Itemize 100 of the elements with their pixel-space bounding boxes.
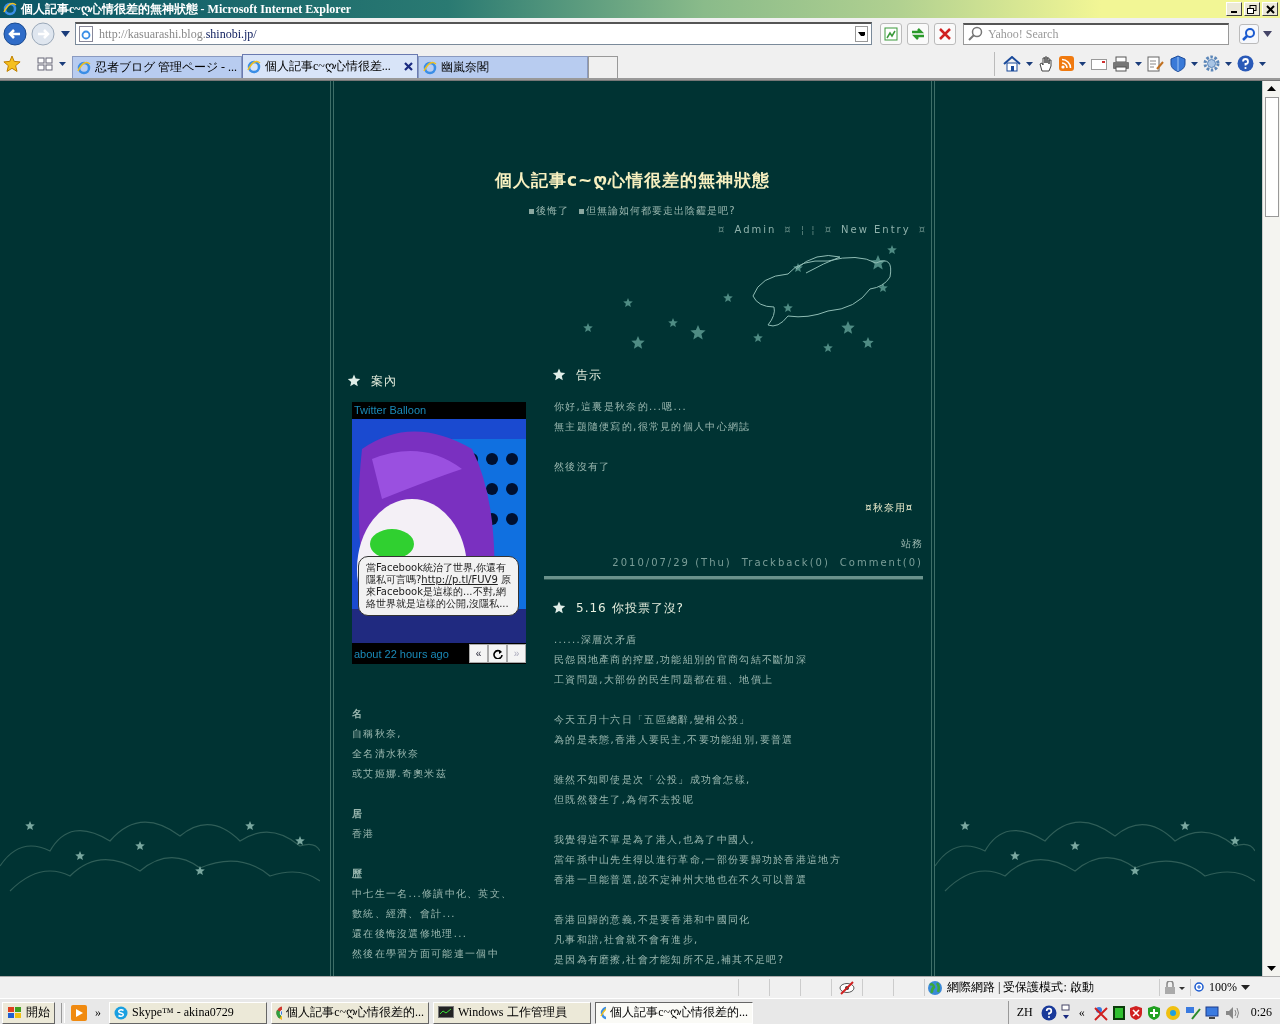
taskbar-button[interactable]: 個人記事c~ღ心情很差的... [595,1001,753,1024]
restore-icon [1247,4,1257,14]
post-text: 為的是表態,香港人要民主,不要功能組別,要普選 [554,733,795,747]
home-icon[interactable] [1003,55,1021,72]
address-field[interactable]: http://kasuarashi.blog.shinobi.jp/ [75,22,872,45]
back-button[interactable] [2,20,28,47]
dropdown-arrow-icon[interactable] [1026,61,1033,66]
browser-icon [423,60,437,75]
tray-expand[interactable]: « [1078,1005,1085,1020]
network-icon[interactable] [1184,1004,1201,1021]
feed-icon[interactable] [1059,56,1074,71]
dropdown-arrow-icon[interactable] [61,30,70,37]
post-text: 你好,這裏是秋奈的...嗯... [554,400,689,414]
taskbar-button[interactable]: Windows 工作管理員 [433,1001,591,1024]
profile-text: 還在後悔沒選修地理... [352,927,469,941]
page-icon[interactable] [1147,55,1165,72]
sparkle-icon [552,368,566,382]
start-button[interactable]: 開始 [2,1001,55,1024]
profile-label: 名 [352,707,363,721]
gear-icon[interactable] [1203,55,1220,72]
post-text: 當年孫中山先生得以進行革命,一部份要歸功於香港這地方 [554,853,842,867]
stop-button[interactable] [934,22,956,45]
profile-text: 中七生一名...修讀中化、英文、 [352,887,514,901]
profile-text: 然後在學習方面可能連一個中 [352,947,500,961]
browser-icon [3,2,17,16]
category-link[interactable]: 站務 [554,537,923,551]
bullet-icon [579,208,585,214]
network-icon[interactable] [1092,1004,1109,1021]
compatibility-button[interactable] [880,22,902,45]
tweet-time: about 22 hours ago [353,647,450,660]
minimize-button[interactable] [1226,2,1242,16]
print-icon[interactable] [1112,55,1130,72]
dropdown-arrow-icon[interactable] [1135,61,1142,66]
quick-tabs-icon[interactable] [37,56,53,71]
meter-icon[interactable] [1112,1005,1125,1020]
nav-separator: ¤ [918,224,927,235]
monitor-icon[interactable] [1204,1004,1221,1021]
shield-icon[interactable] [1170,55,1186,72]
language-indicator[interactable]: ZH [1016,1005,1033,1020]
reload-icon [492,648,503,659]
post-text: 我覺得這不單是為了港人,也為了中國人, [554,833,757,847]
taskbar-button[interactable]: Skype™ - akina0729 [109,1001,267,1024]
dropdown-arrow-icon[interactable] [1079,61,1086,66]
browser-icon [77,60,91,75]
help-icon[interactable] [1237,55,1254,72]
post-text: 無主題隨便寫的,很常見的個人中心網誌 [554,420,752,434]
scroll-thumb[interactable] [1264,97,1279,217]
browser-tab[interactable]: 個人記事c~ღ心情很差... [242,54,418,78]
close-icon [1265,4,1275,14]
post-text: 工資問題,大部份的民生問題都在租、地價上 [554,673,775,687]
post-text: 香港一旦能普選,說不定神州大地也在不久可以普選 [554,873,809,887]
post-text: 雖然不知即使是次「公投」成功會怎樣, [554,773,752,787]
subtitle-text: 後悔了 [536,204,570,218]
more-chevron[interactable]: » [95,1005,101,1020]
close-button[interactable] [1262,2,1278,16]
dropdown-arrow-icon[interactable] [1225,61,1232,66]
section-heading: 案內 [371,372,397,390]
help-icon[interactable] [1040,1004,1057,1021]
dropdown-arrow-icon[interactable] [1259,61,1266,66]
tweet-link[interactable]: http://p.tl/FUV9 [421,574,498,585]
nav-link[interactable]: Admin [734,224,777,235]
taskbar-button[interactable]: 個人記事c~ღ心情很差的... [271,1001,429,1024]
dropdown-arrow-icon [1241,985,1250,990]
reload-button[interactable] [488,644,507,663]
post-text: 民怨因地產商的搾壓,功能組別的官商勾結不斷加深 [554,653,809,667]
close-icon[interactable] [404,62,413,71]
browser-tab[interactable]: 幽嵐奈閣 [418,56,588,78]
chat-logo-icon [114,1005,128,1020]
previous-button[interactable]: « [469,644,488,663]
shield-icon[interactable] [1128,1004,1143,1021]
post-text: 今天五月十六日「五區總辭,變相公投」 [554,713,752,727]
post-text: 但既然發生了,為何不去投呢 [554,793,696,807]
search-icon [1242,26,1256,41]
monitor-icon [438,1005,454,1020]
nav-link[interactable]: New Entry [841,224,911,235]
dropdown-arrow-icon[interactable] [1263,30,1272,37]
shield-icon[interactable] [1146,1004,1161,1021]
trackback-link[interactable]: Trackback(0) [741,557,830,568]
privacy-icon[interactable] [839,980,855,995]
comment-link[interactable]: Comment(0) [839,557,923,568]
globe-icon [927,979,943,996]
sparkle-icon [552,601,566,615]
zoom-control[interactable]: 100% [1190,979,1280,996]
refresh-button[interactable] [907,22,929,45]
hand-icon[interactable] [1038,55,1054,72]
browser-tab[interactable]: 忍者ブログ 管理ページ - ... [72,56,242,78]
scrollbar[interactable] [1262,81,1280,976]
lock-icon[interactable] [1163,980,1187,995]
search-field[interactable]: Yahoo! Search [963,22,1229,45]
nav-separator: ¤ [824,224,833,235]
sparkle-icon [347,374,361,388]
favorites-star-icon[interactable] [3,54,21,73]
dropdown-arrow-icon[interactable] [59,61,66,66]
restore-button[interactable] [1244,2,1260,16]
mail-icon[interactable] [1091,57,1107,70]
profile-text: 自稱秋奈, [352,727,403,741]
stop-icon [939,27,951,40]
post-text: 然後沒有了 [554,460,612,474]
dropdown-arrow-icon[interactable] [1191,61,1198,66]
search-button[interactable] [1239,23,1259,44]
